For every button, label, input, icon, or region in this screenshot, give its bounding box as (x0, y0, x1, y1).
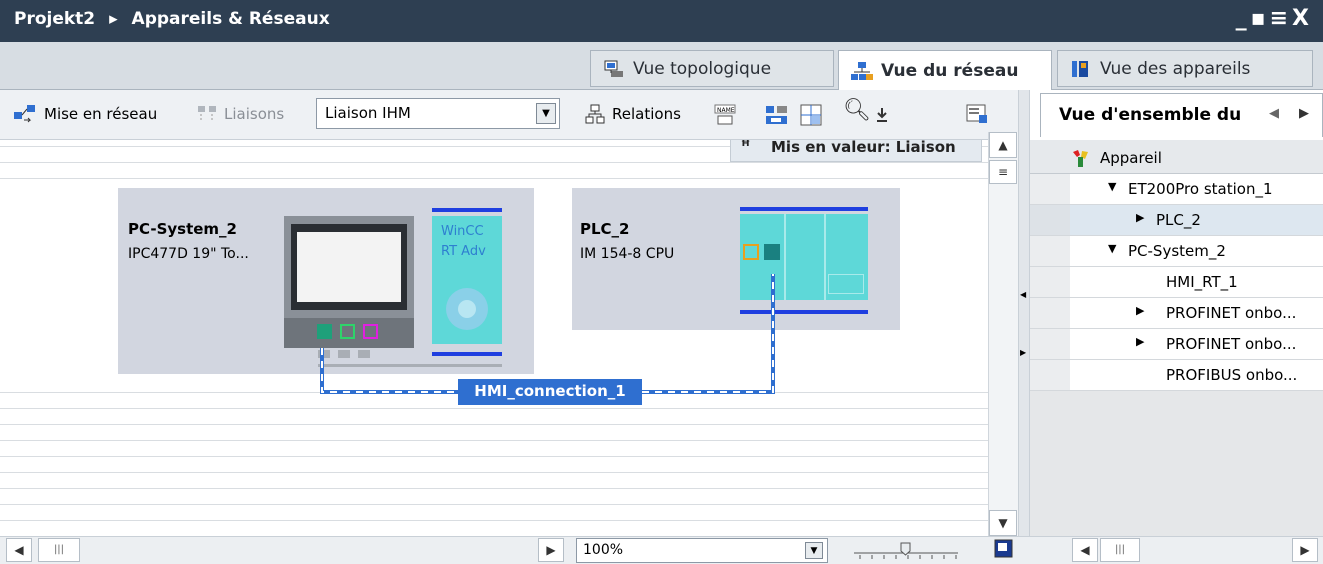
network-mode-label: Mise en réseau (44, 105, 158, 123)
relations-label: Relations (612, 105, 681, 123)
chevron-down-icon[interactable]: ▼ (536, 103, 556, 124)
scroll-left-button[interactable]: ◀ (6, 538, 32, 562)
expand-right-icon[interactable]: ▶ (1020, 348, 1026, 357)
chevron-down-icon[interactable]: ▼ (805, 542, 823, 559)
tab-label: Vue des appareils (1100, 58, 1251, 79)
tab-scroll-left-icon[interactable]: ◀ (1269, 106, 1279, 121)
device-column-header[interactable]: Appareil (1100, 149, 1162, 167)
bottom-bar: ◀ ||| ▶ 100% ▼ ◀ ||| ▶ (0, 536, 1323, 564)
table-row-gutter (1030, 267, 1070, 298)
panel-toggle-icon[interactable] (966, 103, 988, 125)
tab-topology-view[interactable]: Vue topologique (590, 50, 834, 87)
panel-scroll-left-button[interactable]: ◀ (1072, 538, 1098, 562)
row-label: PROFIBUS onbo... (1166, 366, 1298, 384)
table-row[interactable]: HMI_RT_1 (1070, 267, 1323, 298)
connection-type-value: Liaison IHM (325, 104, 411, 122)
hmi-connection-line[interactable] (0, 140, 988, 536)
pin-icon[interactable]: ꟸ (741, 140, 750, 155)
network-mode-icon (14, 105, 35, 123)
relations-icon (585, 104, 605, 124)
collapse-left-icon[interactable]: ◀ (1020, 290, 1026, 299)
breadcrumb-separator: ▸ (109, 9, 118, 29)
row-label: ET200Pro station_1 (1128, 180, 1273, 198)
panel-scroll-thumb[interactable]: ||| (1100, 538, 1140, 562)
collapse-icon[interactable]: ▼ (1108, 180, 1116, 193)
panel-scroll-right-button[interactable]: ▶ (1292, 538, 1318, 562)
scroll-thumb[interactable]: ≡ (989, 160, 1017, 184)
connections-mode-button[interactable]: Liaisons (196, 96, 284, 132)
device-tools-icon (1073, 150, 1088, 167)
tab-label: Vue du réseau (881, 60, 1019, 81)
zoom-in-icon[interactable]: 🔍︎ (843, 98, 871, 123)
minimize-button[interactable]: _ (1236, 6, 1251, 31)
table-row-gutter (1030, 329, 1070, 360)
svg-text:NAME: NAME (717, 107, 735, 114)
network-mode-button[interactable]: Mise en réseau (12, 96, 157, 132)
table-row-selected[interactable]: ▶ PLC_2 (1070, 205, 1323, 236)
table-row-gutter (1030, 174, 1070, 205)
relations-button[interactable]: Relations (584, 96, 681, 132)
title-bar: Projekt2 ▸ Appareils & Réseaux _▪≡X (0, 0, 1323, 42)
tab-network-view[interactable]: Vue du réseau (838, 50, 1052, 90)
maximize-button[interactable]: ≡ (1270, 6, 1292, 31)
page-title: Appareils & Réseaux (131, 9, 330, 29)
row-label: PROFINET onbo... (1166, 304, 1297, 322)
row-label: PROFINET onbo... (1166, 335, 1297, 353)
network-icon (851, 61, 873, 80)
window-controls: _▪≡X (1236, 6, 1313, 31)
project-name[interactable]: Projekt2 (14, 9, 95, 29)
tab-label: Vue topologique (633, 58, 772, 79)
scroll-right-button[interactable]: ▶ (538, 538, 564, 562)
expand-icon[interactable]: ▶ (1136, 211, 1144, 224)
connections-icon (198, 106, 216, 122)
table-row[interactable]: ▼ PC-System_2 (1070, 236, 1323, 267)
row-label: PC-System_2 (1128, 242, 1226, 260)
connection-type-select[interactable]: Liaison IHM ▼ (316, 98, 560, 129)
table-row-gutter (1030, 360, 1070, 391)
zoom-slider[interactable] (850, 540, 962, 562)
network-canvas[interactable]: PC-System_2 IPC477D 19" To... WinCC RT A… (0, 140, 988, 536)
scroll-down-button[interactable]: ▼ (989, 510, 1017, 536)
overview-tab-title: Vue d'ensemble du (1059, 105, 1242, 125)
table-icon[interactable] (800, 104, 822, 126)
expand-icon[interactable]: ▶ (1136, 335, 1144, 348)
connection-label[interactable]: HMI_connection_1 (458, 379, 642, 405)
float-button[interactable]: ▪ (1251, 6, 1270, 31)
row-label: PLC_2 (1156, 211, 1201, 229)
addresses-icon[interactable] (765, 104, 789, 126)
collapse-icon[interactable]: ▼ (1108, 242, 1116, 255)
connections-label: Liaisons (224, 105, 285, 123)
device-icon (1072, 60, 1088, 77)
row-label: HMI_RT_1 (1166, 273, 1238, 291)
table-row[interactable]: ▶ PROFINET onbo... (1070, 298, 1323, 329)
overview-navigation-icon[interactable] (994, 539, 1014, 559)
table-row[interactable]: PROFIBUS onbo... (1070, 360, 1323, 391)
horizontal-scroll-thumb[interactable]: ||| (38, 538, 80, 562)
panel-splitter[interactable]: ◀ ▶ (1018, 90, 1030, 536)
show-names-icon[interactable]: NAME (714, 104, 736, 126)
table-row-gutter (1030, 205, 1070, 236)
highlight-bar: ꟸ Mis en valeur: Liaison (730, 140, 982, 162)
table-row-gutter (1030, 236, 1070, 267)
table-header: Appareil (1030, 140, 1323, 174)
canvas-vertical-scrollbar[interactable]: ▲ ≡ ▼ (988, 132, 1018, 536)
table-row[interactable]: ▶ PROFINET onbo... (1070, 329, 1323, 360)
highlight-text: Mis en valeur: Liaison (771, 140, 956, 156)
zoom-value: 100% (583, 542, 624, 558)
expand-icon[interactable]: ▶ (1136, 304, 1144, 317)
tab-overview[interactable]: Vue d'ensemble du ◀ ▶ (1040, 93, 1323, 137)
zoom-select[interactable]: 100% ▼ (576, 538, 828, 563)
table-row-gutter (1030, 298, 1070, 329)
close-button[interactable]: X (1292, 6, 1313, 31)
tab-scroll-right-icon[interactable]: ▶ (1299, 106, 1309, 121)
topology-icon (604, 60, 623, 77)
breadcrumb: Projekt2 ▸ Appareils & Réseaux (14, 9, 330, 29)
tab-device-view[interactable]: Vue des appareils (1057, 50, 1313, 87)
scroll-up-button[interactable]: ▲ (989, 132, 1017, 158)
table-row[interactable]: ▼ ET200Pro station_1 (1070, 174, 1323, 205)
zoom-dropdown-icon[interactable] (875, 107, 889, 123)
